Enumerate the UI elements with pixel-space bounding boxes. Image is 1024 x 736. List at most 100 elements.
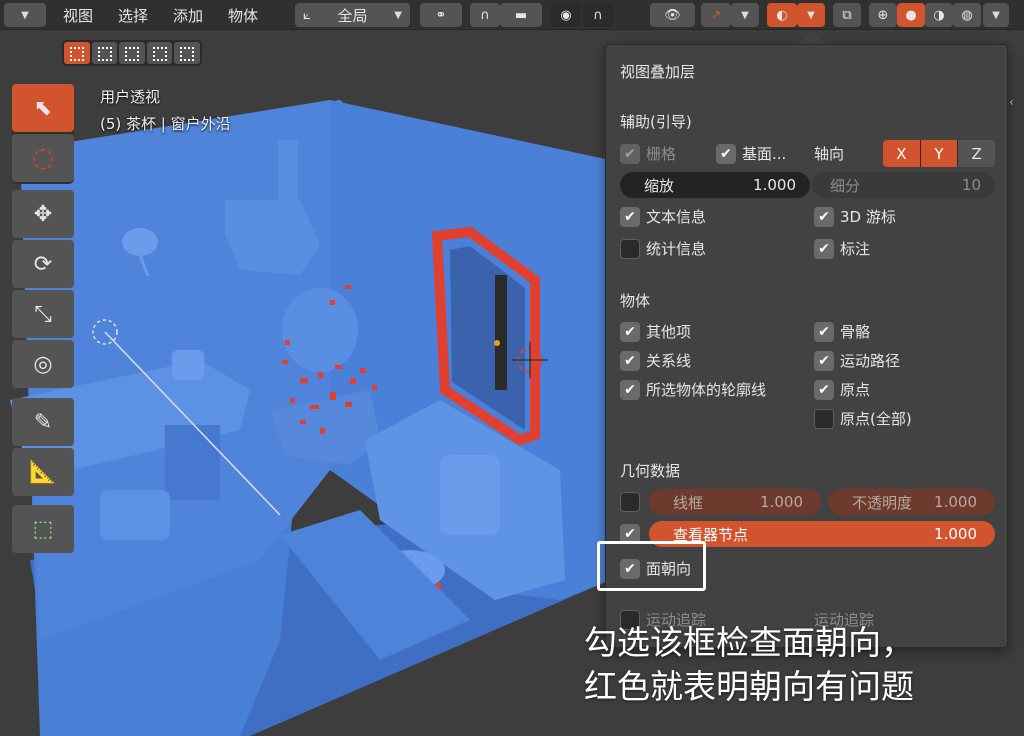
add-cube-icon: ⬚: [32, 516, 54, 542]
snap-increment-icon: ▬: [514, 7, 528, 23]
select-extend-button[interactable]: [91, 42, 118, 64]
face-orientation-highlight: [597, 541, 706, 591]
tool-rotate[interactable]: ⟳: [12, 240, 74, 288]
chair: [100, 490, 170, 540]
tool-scale[interactable]: ⤡: [12, 290, 74, 338]
tool-move[interactable]: ✥: [12, 190, 74, 238]
checkbox-icon: [814, 206, 834, 227]
shading-material[interactable]: ◑: [925, 3, 953, 27]
wireframe-checkbox[interactable]: [620, 492, 640, 512]
snap-dropdown[interactable]: ▬: [500, 3, 542, 27]
checkbox-icon: [620, 379, 640, 400]
tool-cursor[interactable]: ◌: [12, 134, 74, 182]
xray-toggle[interactable]: ⧉: [833, 3, 861, 27]
tool-measure[interactable]: 📐: [12, 448, 74, 496]
select-subtract-button[interactable]: [119, 42, 145, 64]
select-new-button[interactable]: [64, 42, 90, 64]
origin-dot: [494, 340, 500, 346]
overlays-icon: ◐: [776, 7, 788, 23]
gizmo-dropdown[interactable]: ▼: [731, 3, 759, 27]
axis-y-toggle[interactable]: Y: [920, 140, 958, 167]
plant-pot: [172, 350, 204, 380]
hood-top: [278, 140, 298, 200]
select-extend-icon: [97, 47, 112, 61]
checkbox-icon: [620, 492, 640, 512]
origins-checkbox[interactable]: 原点: [814, 379, 870, 400]
statistics-label: 统计信息: [646, 240, 707, 258]
chevron-down-icon: ▼: [21, 9, 29, 21]
overlays-dropdown[interactable]: ▼: [797, 3, 825, 27]
bones-label: 骨骼: [840, 323, 871, 341]
tool-transform[interactable]: ◎: [12, 340, 74, 388]
cursor-3d-checkbox[interactable]: 3D 游标: [814, 206, 896, 227]
gizmo-toggle[interactable]: ↗: [701, 3, 731, 27]
shading-rendered[interactable]: ◍: [953, 3, 981, 27]
object-info: (5) 茶杯 | 窗户外沿: [100, 115, 231, 133]
cursor-3d-label: 3D 游标: [840, 208, 896, 226]
pivot-dropdown[interactable]: ⚭: [420, 3, 462, 27]
proportional-edit-toggle[interactable]: ◉: [551, 3, 581, 27]
wireframe-slider[interactable]: 线框 1.000: [649, 489, 821, 515]
statistics-checkbox[interactable]: 统计信息: [620, 238, 706, 259]
tool-annotate[interactable]: ✎: [12, 398, 74, 446]
extras-checkbox[interactable]: 其他项: [620, 321, 691, 342]
opacity-slider[interactable]: 不透明度 1.000: [828, 489, 995, 515]
falloff-dropdown[interactable]: ∩: [583, 3, 613, 27]
chevron-down-icon: ▼: [394, 9, 402, 21]
relationships-checkbox[interactable]: 关系线: [620, 350, 691, 371]
motion-paths-label: 运动路径: [840, 352, 901, 370]
tutorial-annotation: 勾选该框检查面朝向， 红色就表明朝向有问题: [584, 621, 914, 709]
snap-toggle[interactable]: ∩: [470, 3, 500, 27]
select-intersect-icon: [180, 47, 195, 61]
section-guides: 辅助(引导): [620, 113, 692, 131]
xray-icon: ⧉: [842, 7, 852, 23]
menu-object[interactable]: 物体: [228, 5, 258, 26]
select-intersect-button[interactable]: [174, 42, 200, 64]
overlays-toggle[interactable]: ◐: [767, 3, 797, 27]
annotation-line-1: 勾选该框检查面朝向，: [584, 623, 914, 662]
opacity-value: 1.000: [934, 493, 977, 511]
floor-checkbox[interactable]: 基面...: [716, 143, 786, 164]
tool-add-cube[interactable]: ⬚: [12, 505, 74, 553]
shading-wireframe[interactable]: ⊕: [869, 3, 897, 27]
grid-subdivisions-field[interactable]: 细分 10: [812, 172, 995, 198]
checkbox-icon: [620, 321, 640, 342]
grid-scale-field[interactable]: 缩放 1.000: [620, 172, 810, 198]
motion-paths-checkbox[interactable]: 运动路径: [814, 350, 900, 371]
text-info-checkbox[interactable]: 文本信息: [620, 206, 706, 227]
bones-checkbox[interactable]: 骨骼: [814, 321, 870, 342]
axis-toggle-group: X Y Z: [883, 140, 995, 167]
outline-selected-checkbox[interactable]: 所选物体的轮廓线: [620, 379, 766, 400]
desk-drawer: [165, 425, 220, 500]
scale-icon: ⤡: [34, 301, 52, 327]
editor-mode-dropdown[interactable]: ▼: [4, 3, 46, 27]
falloff-curve-icon: ∩: [593, 7, 603, 23]
header-bar: ▼ 视图 选择 添加 物体 ⟀ 全局 ▼ ⚭ ∩ ▬ ◉ ∩ 👁 ↗ ▼ ◐ ▼…: [0, 0, 1024, 30]
select-invert-button[interactable]: [146, 42, 173, 64]
checkbox-icon: [620, 143, 640, 164]
wireframe-sphere-icon: ⊕: [877, 7, 889, 23]
gizmo-icon: ↗: [710, 7, 722, 23]
axis-z-toggle[interactable]: Z: [958, 140, 995, 167]
tool-select-box[interactable]: ⬉: [12, 84, 74, 132]
visibility-dropdown[interactable]: 👁: [650, 3, 695, 27]
eye-icon: 👁: [664, 7, 681, 23]
menu-add[interactable]: 添加: [173, 5, 203, 26]
shading-solid[interactable]: ●: [897, 3, 925, 27]
magnet-icon: ∩: [480, 7, 490, 23]
shading-dropdown[interactable]: ▼: [983, 3, 1009, 27]
move-icon: ✥: [33, 201, 53, 227]
sidebar-toggle-icon[interactable]: ‹: [1009, 95, 1014, 109]
selection-mode-group: [62, 40, 202, 66]
grid-checkbox[interactable]: 栅格: [620, 143, 676, 164]
annotations-checkbox[interactable]: 标注: [814, 238, 870, 259]
menu-select[interactable]: 选择: [118, 5, 148, 26]
menu-view[interactable]: 视图: [63, 5, 93, 26]
chevron-down-icon: ▼: [807, 9, 815, 21]
link-icon: ⚭: [435, 7, 447, 23]
axis-icon: ⟀: [303, 7, 311, 23]
axis-x-toggle[interactable]: X: [883, 140, 920, 167]
transform-orientation-dropdown[interactable]: ⟀ 全局 ▼: [295, 3, 410, 27]
checkbox-icon: [814, 321, 834, 342]
origins-all-checkbox[interactable]: 原点(全部): [814, 408, 912, 429]
